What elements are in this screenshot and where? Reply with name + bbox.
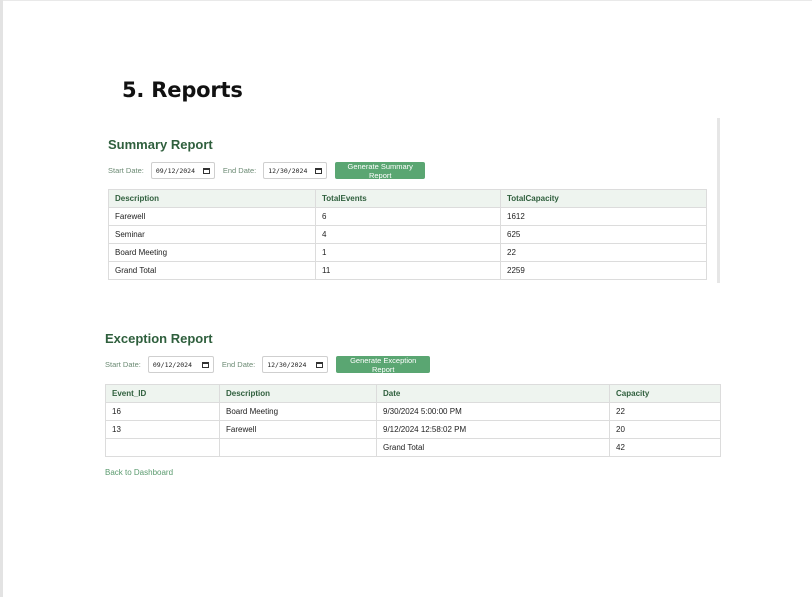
- table-cell: Farewell: [108, 207, 316, 226]
- table-cell: 1: [315, 243, 501, 262]
- column-header: TotalCapacity: [500, 189, 707, 208]
- column-header: Event_ID: [105, 384, 220, 403]
- calendar-icon[interactable]: [315, 167, 323, 174]
- summary-end-date-value: 12/30/2024: [268, 166, 308, 175]
- table-cell: Board Meeting: [219, 402, 377, 421]
- table-row: 13 Farewell 9/12/2024 12:58:02 PM 20: [105, 420, 721, 439]
- table-row: Board Meeting 1 22: [108, 243, 707, 262]
- column-header: Capacity: [609, 384, 721, 403]
- table-row: Grand Total 42: [105, 438, 721, 457]
- table-row: Farewell 6 1612: [108, 207, 707, 226]
- column-header: Date: [376, 384, 610, 403]
- table-cell: 22: [500, 243, 707, 262]
- table-cell: [105, 438, 220, 457]
- exception-start-date-value: 09/12/2024: [152, 360, 192, 369]
- table-cell: 42: [609, 438, 721, 457]
- window-left-border: [0, 0, 3, 597]
- exception-end-label: End Date:: [221, 360, 256, 369]
- calendar-icon[interactable]: [202, 167, 210, 174]
- table-row: Seminar 4 625: [108, 225, 707, 244]
- back-to-dashboard-link[interactable]: Back to Dashboard: [105, 468, 173, 477]
- table-row: Grand Total 11 2259: [108, 261, 707, 280]
- exception-table-header-row: Event_ID Description Date Capacity: [105, 384, 721, 403]
- summary-end-date-input[interactable]: 12/30/2024: [263, 162, 328, 179]
- exception-end-date-input[interactable]: 12/30/2024: [262, 356, 329, 373]
- column-header: TotalEvents: [315, 189, 501, 208]
- page-title: 5. Reports: [122, 78, 243, 102]
- table-row: 16 Board Meeting 9/30/2024 5:00:00 PM 22: [105, 402, 721, 421]
- summary-report-title: Summary Report: [108, 137, 213, 152]
- table-cell: [219, 438, 377, 457]
- table-cell: Grand Total: [376, 438, 610, 457]
- summary-end-label: End Date:: [222, 166, 257, 175]
- table-cell: 4: [315, 225, 501, 244]
- exception-end-date-value: 12/30/2024: [267, 360, 307, 369]
- table-cell: 20: [609, 420, 721, 439]
- summary-start-label: Start Date:: [108, 166, 144, 175]
- table-cell: 13: [105, 420, 220, 439]
- column-header: Description: [108, 189, 316, 208]
- table-cell: 22: [609, 402, 721, 421]
- table-cell: 1612: [500, 207, 707, 226]
- table-cell: 2259: [500, 261, 707, 280]
- window-top-border: [0, 0, 812, 1]
- exception-start-label: Start Date:: [105, 360, 141, 369]
- table-cell: 625: [500, 225, 707, 244]
- table-cell: Board Meeting: [108, 243, 316, 262]
- table-cell: Grand Total: [108, 261, 316, 280]
- column-header: Description: [219, 384, 377, 403]
- summary-table: Description TotalEvents TotalCapacity Fa…: [108, 189, 707, 280]
- calendar-icon[interactable]: [316, 361, 324, 368]
- summary-start-date-value: 09/12/2024: [155, 166, 195, 175]
- table-cell: 16: [105, 402, 220, 421]
- exception-report-title: Exception Report: [105, 331, 213, 346]
- exception-start-date-input[interactable]: 09/12/2024: [147, 356, 214, 373]
- table-cell: 9/30/2024 5:00:00 PM: [376, 402, 610, 421]
- exception-table: Event_ID Description Date Capacity 16 Bo…: [105, 384, 721, 457]
- summary-table-header-row: Description TotalEvents TotalCapacity: [108, 189, 707, 208]
- table-cell: 11: [315, 261, 501, 280]
- table-cell: Farewell: [219, 420, 377, 439]
- generate-exception-report-button[interactable]: Generate Exception Report: [336, 356, 431, 374]
- generate-summary-report-button[interactable]: Generate Summary Report: [335, 162, 426, 180]
- summary-start-date-input[interactable]: 09/12/2024: [150, 162, 215, 179]
- calendar-icon[interactable]: [201, 361, 209, 368]
- summary-filters: Start Date: 09/12/2024 End Date: 12/30/2…: [108, 162, 426, 180]
- table-cell: 6: [315, 207, 501, 226]
- table-cell: Seminar: [108, 225, 316, 244]
- exception-filters: Start Date: 09/12/2024 End Date: 12/30/2…: [105, 356, 431, 374]
- table-cell: 9/12/2024 12:58:02 PM: [376, 420, 610, 439]
